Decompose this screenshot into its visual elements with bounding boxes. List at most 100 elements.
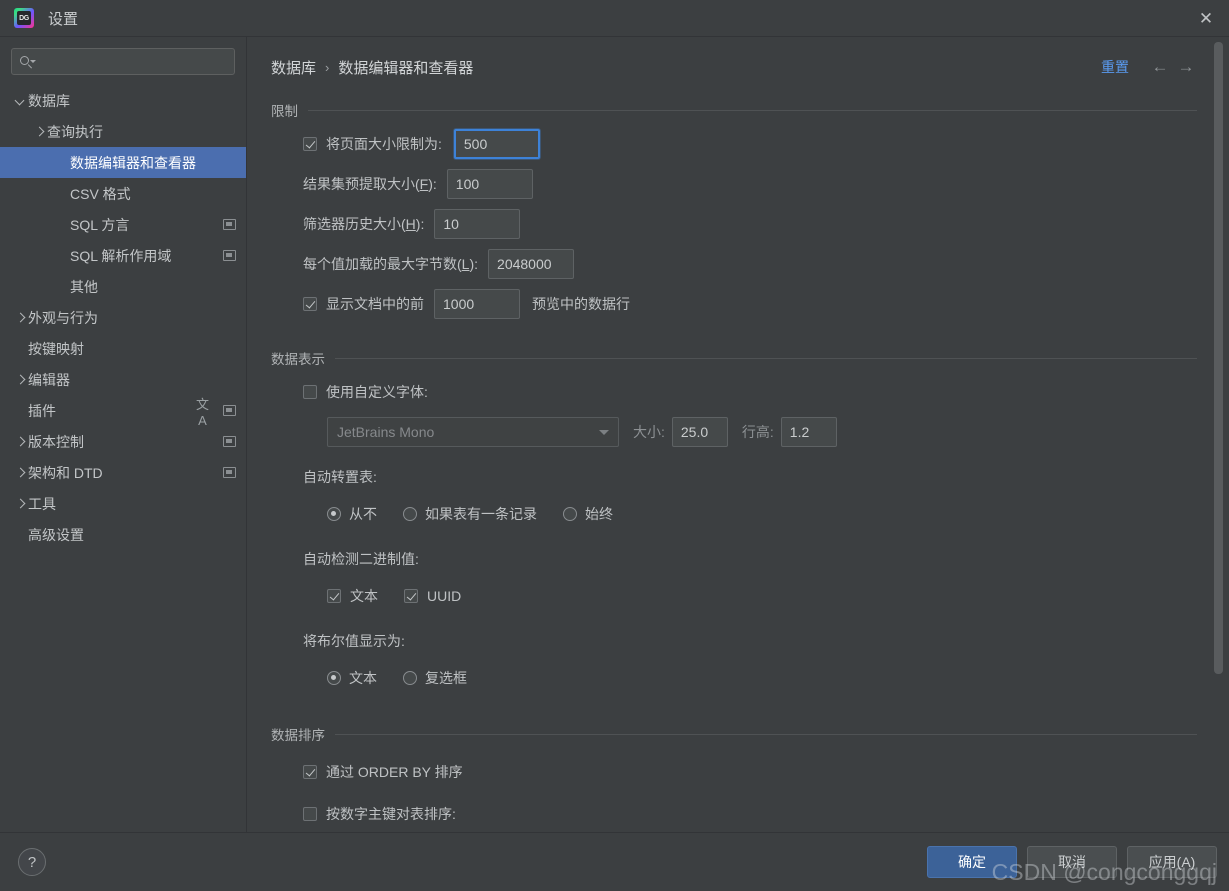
chevron-down-icon[interactable] xyxy=(14,94,28,108)
chevron-right-icon[interactable] xyxy=(33,125,47,139)
section-sorting: 数据排序 xyxy=(271,725,1199,743)
settings-content: 数据库 › 数据编辑器和查看器 重置 ← → 限制 将页面大小限制为: 500 … xyxy=(247,37,1229,832)
font-family-combobox[interactable]: JetBrains Mono xyxy=(327,417,619,447)
sidebar-item-label: 架构和 DTD xyxy=(28,464,103,481)
auto-transpose-radio[interactable] xyxy=(403,507,417,521)
sidebar-item-10[interactable]: 插件 文A xyxy=(0,395,246,428)
help-button[interactable]: ? xyxy=(18,848,46,876)
section-divider xyxy=(335,733,1197,735)
detect-binary-option-label: 文本 xyxy=(350,588,378,604)
dialog-body: 数据库 查询执行 数据编辑器和查看器 CSV 格式 SQL 方言 SQL 解析作用域 其他外… xyxy=(0,37,1229,832)
sidebar-item-12[interactable]: 架构和 DTD xyxy=(0,457,246,488)
sidebar-item-2[interactable]: 数据编辑器和查看器 xyxy=(0,147,246,178)
close-icon[interactable]: ✕ xyxy=(1183,0,1229,37)
chevron-right-icon[interactable] xyxy=(14,497,28,511)
page-size-checkbox[interactable] xyxy=(303,137,317,151)
detect-binary-option-label: UUID xyxy=(427,588,462,604)
sidebar-item-7[interactable]: 外观与行为 xyxy=(0,302,246,333)
apply-button[interactable]: 应用(A) xyxy=(1127,846,1217,878)
numeric-pk-label: 按数字主键对表排序: xyxy=(326,806,456,822)
search-input[interactable] xyxy=(35,53,227,70)
detect-binary-option-0[interactable]: 文本 xyxy=(327,586,378,606)
sidebar-item-11[interactable]: 版本控制 xyxy=(0,426,246,457)
sidebar-item-3[interactable]: CSV 格式 xyxy=(0,178,246,209)
sidebar-item-label: 高级设置 xyxy=(28,526,84,543)
sidebar-item-8[interactable]: 按键映射 xyxy=(0,333,246,364)
detect-binary-label: 自动检测二进制值: xyxy=(303,551,419,567)
sidebar-item-6[interactable]: 其他 xyxy=(0,271,246,302)
auto-transpose-radio-group: 从不 如果表有一条记录 始终 xyxy=(271,499,1199,529)
title-bar: DG 设置 ✕ xyxy=(0,0,1229,37)
detect-binary-checkbox[interactable] xyxy=(404,589,418,603)
cancel-button[interactable]: 取消 xyxy=(1027,846,1117,878)
chevron-down-icon xyxy=(599,430,609,435)
auto-transpose-option-label: 始终 xyxy=(585,506,613,522)
sidebar-item-9[interactable]: 编辑器 xyxy=(0,364,246,395)
chevron-right-icon[interactable] xyxy=(14,373,28,387)
auto-transpose-radio[interactable] xyxy=(327,507,341,521)
auto-transpose-option-2[interactable]: 始终 xyxy=(563,504,613,524)
row-boolean-display-label: 将布尔值显示为: xyxy=(271,626,1199,656)
max-bytes-input[interactable] xyxy=(488,249,575,279)
detect-binary-checkbox[interactable] xyxy=(327,589,341,603)
sidebar-item-0[interactable]: 数据库 xyxy=(0,85,246,116)
fetch-size-input[interactable] xyxy=(446,169,533,199)
doc-preview-input[interactable] xyxy=(434,289,520,319)
sidebar-search-wrap xyxy=(0,37,246,81)
custom-font-label: 使用自定义字体: xyxy=(326,384,428,400)
row-doc-preview: 显示文档中的前 预览中的数据行 xyxy=(271,289,1199,319)
content-scrollbar[interactable] xyxy=(1214,42,1223,674)
sidebar-item-label: 外观与行为 xyxy=(28,309,98,326)
section-divider xyxy=(308,109,1197,111)
boolean-display-option-1[interactable]: 复选框 xyxy=(403,668,467,688)
sidebar-item-5[interactable]: SQL 解析作用域 xyxy=(0,240,246,271)
sidebar-item-label: SQL 解析作用域 xyxy=(70,247,172,264)
breadcrumb-root[interactable]: 数据库 xyxy=(271,57,316,78)
doc-preview-checkbox[interactable] xyxy=(303,297,317,311)
ok-button[interactable]: 确定 xyxy=(927,846,1017,878)
reset-link[interactable]: 重置 xyxy=(1101,57,1129,77)
sidebar-item-1[interactable]: 查询执行 xyxy=(0,116,246,147)
sidebar-item-13[interactable]: 工具 xyxy=(0,488,246,519)
doc-preview-label-post: 预览中的数据行 xyxy=(532,296,630,312)
numeric-pk-checkbox[interactable] xyxy=(303,807,317,821)
row-order-by: 通过 ORDER BY 排序 xyxy=(271,757,1199,787)
section-divider xyxy=(335,357,1197,359)
page-size-input[interactable] xyxy=(453,129,540,159)
auto-transpose-option-1[interactable]: 如果表有一条记录 xyxy=(403,504,537,524)
sidebar-item-label: 按键映射 xyxy=(28,340,84,357)
chevron-right-icon[interactable] xyxy=(14,435,28,449)
sidebar-item-14[interactable]: 高级设置 xyxy=(0,519,246,550)
boolean-display-option-label: 文本 xyxy=(349,670,377,686)
sidebar-item-4[interactable]: SQL 方言 xyxy=(0,209,246,240)
chevron-right-icon[interactable] xyxy=(14,311,28,325)
detect-binary-option-1[interactable]: UUID xyxy=(404,588,461,604)
chevron-right-icon[interactable] xyxy=(14,466,28,480)
order-by-checkbox[interactable] xyxy=(303,765,317,779)
dialog-footer: ? 确定 取消 应用(A) CSDN @congconggqj xyxy=(0,832,1229,891)
back-arrow-icon[interactable]: ← xyxy=(1147,55,1173,79)
filter-history-input[interactable] xyxy=(434,209,521,239)
line-height-input[interactable] xyxy=(780,417,837,447)
search-box[interactable] xyxy=(11,48,235,75)
sidebar-item-label: 版本控制 xyxy=(28,433,84,450)
project-scope-badge-icon xyxy=(223,467,236,478)
datagrip-icon: DG xyxy=(14,8,34,28)
custom-font-checkbox[interactable] xyxy=(303,385,317,399)
auto-transpose-option-0[interactable]: 从不 xyxy=(327,504,377,524)
font-size-input[interactable] xyxy=(671,417,728,447)
auto-transpose-radio[interactable] xyxy=(563,507,577,521)
boolean-display-radio[interactable] xyxy=(327,671,341,685)
fetch-size-label: 结果集预提取大小(F): xyxy=(303,176,437,192)
sidebar-item-label: 工具 xyxy=(28,495,56,512)
row-page-size: 将页面大小限制为: xyxy=(271,129,1199,159)
forward-arrow-icon[interactable]: → xyxy=(1173,55,1199,79)
boolean-display-radio[interactable] xyxy=(403,671,417,685)
boolean-display-option-0[interactable]: 文本 xyxy=(327,668,377,688)
